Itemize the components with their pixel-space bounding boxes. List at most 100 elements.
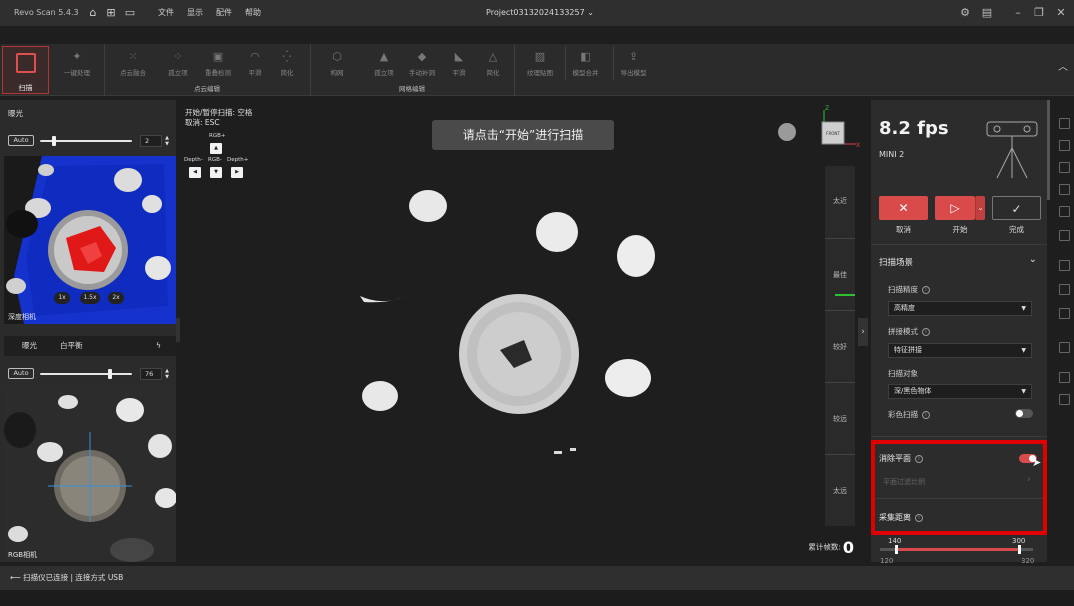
minimize-icon[interactable]: – bbox=[1010, 5, 1026, 21]
range-low-handle[interactable] bbox=[895, 545, 898, 554]
lighting-icon[interactable] bbox=[778, 123, 796, 141]
rgb-exposure-slider-handle[interactable] bbox=[108, 369, 112, 379]
layers-icon[interactable] bbox=[1059, 184, 1070, 195]
tool-label: 一键处理 bbox=[64, 69, 90, 77]
scan-target-label: 扫描对象 bbox=[888, 369, 918, 378]
depth-camera-view: 1x 1.5x 2x 深度相机 bbox=[4, 156, 176, 324]
clipboard-icon[interactable] bbox=[1059, 342, 1070, 353]
flash-icon[interactable]: ϟ bbox=[156, 336, 161, 356]
device-name: MINI 2 bbox=[879, 150, 905, 159]
scanner-device-icon bbox=[986, 121, 1038, 179]
tool-label: 简化 bbox=[486, 69, 500, 77]
info-icon[interactable]: i bbox=[922, 411, 930, 419]
menu-file[interactable]: 文件 bbox=[158, 0, 174, 26]
scan-scene-header[interactable]: 扫描场景 bbox=[879, 256, 913, 268]
axis-x-label: X bbox=[856, 142, 860, 149]
tool-simplify-mesh[interactable]: △ 简化 bbox=[479, 46, 507, 80]
highlight-box bbox=[871, 440, 1047, 535]
tab-white-balance[interactable]: 白平衡 bbox=[60, 336, 83, 356]
tool-build-mesh[interactable]: ⬡ 构网 bbox=[321, 46, 353, 80]
start-options-dropdown[interactable]: ⌄ bbox=[975, 196, 985, 220]
restore-icon[interactable]: ❐ bbox=[1031, 5, 1047, 21]
project-selector[interactable]: Project03132024133257 ⌄ bbox=[440, 0, 640, 26]
group-mesh: ⬡ 构网 ▲ 孤立项 ◆ 手动补洞 ◣ 平滑 △ 简化 网格编辑 bbox=[310, 44, 512, 96]
frame-counter: 累计帧数: 0 bbox=[808, 538, 854, 557]
image-icon[interactable] bbox=[1059, 284, 1070, 295]
home-icon[interactable]: ⌂ bbox=[86, 6, 100, 20]
scan-target-select[interactable]: 深/黑色物体 ▼ bbox=[888, 384, 1032, 399]
isolated-mesh-icon: ▲ bbox=[379, 50, 389, 63]
phone-icon[interactable] bbox=[1059, 260, 1070, 271]
scan-viewport[interactable]: 开始/暂停扫描: 空格 取消: ESC RGB+ ▲ Depth- RGB- D… bbox=[180, 100, 868, 562]
stitch-mode-select[interactable]: 特征拼接 ▼ bbox=[888, 343, 1032, 358]
menu-help[interactable]: 帮助 bbox=[245, 0, 261, 26]
group-point-cloud: ⁙ 点云融合 ⁘ 孤立项 ▣ 重叠检测 ◠ 平滑 ⁛ 简化 点云编辑 bbox=[104, 44, 308, 96]
new-project-icon[interactable]: ⊞ bbox=[104, 6, 118, 20]
depth-exposure-input[interactable]: 2 bbox=[140, 135, 162, 147]
tool-simplify-points[interactable]: ⁛ 简化 bbox=[273, 46, 301, 80]
tool-label: 点云融合 bbox=[120, 69, 146, 77]
tool-one-click-process[interactable]: ✦ 一键处理 bbox=[58, 46, 96, 80]
collapse-right-panel-button[interactable]: › bbox=[858, 318, 868, 346]
undo-icon[interactable] bbox=[1059, 372, 1070, 383]
tool-merge-models[interactable]: ◧ 模型合并 bbox=[565, 46, 605, 80]
close-icon[interactable]: ✕ bbox=[1053, 5, 1069, 21]
info-icon[interactable]: i bbox=[922, 328, 930, 336]
grid-icon[interactable] bbox=[1059, 206, 1070, 217]
triangle-icon[interactable] bbox=[1059, 230, 1070, 241]
axis-z-label: Z bbox=[825, 105, 829, 112]
export-icon: ⇪ bbox=[628, 50, 639, 63]
tool-smooth-points[interactable]: ◠ 平滑 bbox=[241, 46, 269, 80]
distance-far: 较远 bbox=[833, 415, 847, 423]
chevron-down-icon[interactable]: ⌄ bbox=[1029, 254, 1037, 265]
rgb-auto-toggle[interactable]: Auto bbox=[8, 368, 34, 379]
menu-accessories[interactable]: 配件 bbox=[216, 0, 232, 26]
tool-isolated-points[interactable]: ⁘ 孤立项 bbox=[161, 46, 195, 80]
rgb-camera-view: RGB相机 bbox=[4, 390, 176, 562]
menu-display[interactable]: 显示 bbox=[187, 0, 203, 26]
tool-smooth-mesh[interactable]: ◣ 平滑 bbox=[445, 46, 473, 80]
tool-mesh-isolated[interactable]: ▲ 孤立项 bbox=[367, 46, 401, 80]
tool-overlap-detect[interactable]: ▣ 重叠检测 bbox=[199, 46, 237, 80]
rgb-exposure-slider[interactable] bbox=[40, 373, 132, 375]
range-high-handle[interactable] bbox=[1018, 545, 1021, 554]
frame-icon[interactable] bbox=[1059, 140, 1070, 151]
mesh-icon: ⬡ bbox=[332, 50, 342, 63]
distance-good: 较好 bbox=[833, 343, 847, 351]
scan-tool-label: 扫描 bbox=[18, 84, 33, 92]
rgb-exposure-input[interactable]: 76 bbox=[140, 368, 162, 380]
chart-icon[interactable] bbox=[1059, 162, 1070, 173]
info-icon[interactable]: i bbox=[922, 286, 930, 294]
tab-exposure[interactable]: 曝光 bbox=[22, 336, 37, 356]
view-cube[interactable]: FRONT Z X bbox=[816, 104, 862, 150]
ruler-icon[interactable] bbox=[1059, 118, 1070, 129]
tool-point-fusion[interactable]: ⁙ 点云融合 bbox=[113, 46, 153, 80]
tool-export-model[interactable]: ⇪ 导出模型 bbox=[613, 46, 653, 80]
panel-scrollbar[interactable] bbox=[1047, 100, 1050, 200]
precision-select[interactable]: 高精度 ▼ bbox=[888, 301, 1032, 316]
tool-texture-map[interactable]: ▨ 纹理贴图 bbox=[521, 46, 559, 80]
scan-tool-button[interactable]: 扫描 bbox=[2, 46, 49, 94]
zoom-1-5x-button[interactable]: 1.5x bbox=[80, 292, 100, 304]
document-icon[interactable]: ▤ bbox=[979, 5, 995, 21]
finish-button[interactable]: ✓ bbox=[992, 196, 1041, 220]
settings-icon[interactable]: ⚙ bbox=[957, 5, 973, 21]
precision-value: 高精度 bbox=[894, 304, 915, 312]
depth-auto-toggle[interactable]: Auto bbox=[8, 135, 34, 146]
depth-exposure-stepper[interactable]: ▲ ▼ bbox=[163, 135, 171, 147]
rgb-camera-image bbox=[4, 390, 176, 562]
folder-icon[interactable]: ▭ bbox=[123, 6, 137, 20]
tool-fill-holes[interactable]: ◆ 手动补洞 bbox=[403, 46, 441, 80]
chevron-up-icon[interactable]: ︿ bbox=[1058, 58, 1068, 73]
depth-exposure-slider-handle[interactable] bbox=[52, 136, 56, 146]
zoom-2x-button[interactable]: 2x bbox=[108, 292, 124, 304]
redo-icon[interactable] bbox=[1059, 394, 1070, 405]
rgb-exposure-stepper[interactable]: ▲ ▼ bbox=[163, 368, 171, 380]
merge-icon: ◧ bbox=[580, 50, 591, 63]
color-scan-toggle[interactable] bbox=[1015, 409, 1033, 418]
cancel-button[interactable]: ✕ bbox=[879, 196, 928, 220]
copy-icon[interactable] bbox=[1059, 308, 1070, 319]
zoom-1x-button[interactable]: 1x bbox=[54, 292, 70, 304]
start-button[interactable]: ▷ bbox=[935, 196, 975, 220]
caret-down-icon: ▼ bbox=[1021, 305, 1026, 312]
